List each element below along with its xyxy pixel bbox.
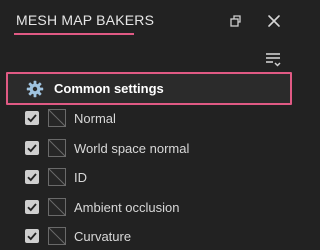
baker-thumbnail (48, 197, 66, 216)
list-options-button[interactable] (262, 48, 284, 70)
close-icon (268, 15, 280, 27)
baker-item-curvature[interactable]: Curvature (0, 222, 300, 250)
panel-titlebar: MESH MAP BAKERS (0, 0, 300, 42)
baker-item-normal[interactable]: Normal (0, 104, 300, 134)
baker-item-label: Ambient occlusion (74, 199, 180, 215)
baker-checkbox[interactable] (25, 170, 39, 184)
common-settings-label: Common settings (54, 81, 164, 96)
baker-checkbox[interactable] (25, 111, 39, 125)
baker-checkbox[interactable] (25, 229, 39, 243)
empty-thumbnail-icon (49, 169, 65, 185)
panel-title: MESH MAP BAKERS (16, 12, 155, 28)
common-settings-row[interactable]: Common settings (6, 72, 292, 105)
checkmark-icon (27, 143, 37, 152)
title-underline (14, 33, 134, 35)
baker-item-id[interactable]: ID (0, 163, 300, 193)
empty-thumbnail-icon (49, 228, 65, 244)
restore-window-button[interactable] (224, 10, 246, 32)
baker-item-ambient-occlusion[interactable]: Ambient occlusion (0, 193, 300, 223)
baker-thumbnail (48, 168, 66, 186)
baker-list: Normal World space normal ID Ambient occ… (0, 104, 300, 250)
baker-checkbox[interactable] (25, 140, 39, 155)
checkmark-icon (27, 114, 37, 123)
mesh-map-bakers-panel: MESH MAP BAKERS Common settings Normal W… (0, 0, 300, 250)
baker-item-label: Normal (74, 111, 116, 126)
baker-checkbox[interactable] (25, 199, 39, 214)
checkmark-icon (27, 173, 37, 182)
empty-thumbnail-icon (49, 110, 65, 126)
empty-thumbnail-icon (49, 198, 65, 215)
baker-thumbnail (48, 138, 66, 157)
gear-icon (26, 80, 44, 98)
baker-item-world-space-normal[interactable]: World space normal (0, 134, 300, 164)
baker-item-label: World space normal (74, 140, 190, 156)
close-button[interactable] (263, 10, 285, 32)
baker-item-label: Curvature (74, 229, 132, 244)
empty-thumbnail-icon (49, 139, 65, 156)
checkmark-icon (27, 202, 37, 211)
baker-thumbnail (48, 109, 66, 127)
baker-item-label: ID (74, 170, 87, 185)
restore-window-icon (230, 15, 241, 27)
baker-thumbnail (48, 227, 66, 245)
list-options-icon (266, 53, 281, 67)
checkmark-icon (27, 232, 37, 241)
